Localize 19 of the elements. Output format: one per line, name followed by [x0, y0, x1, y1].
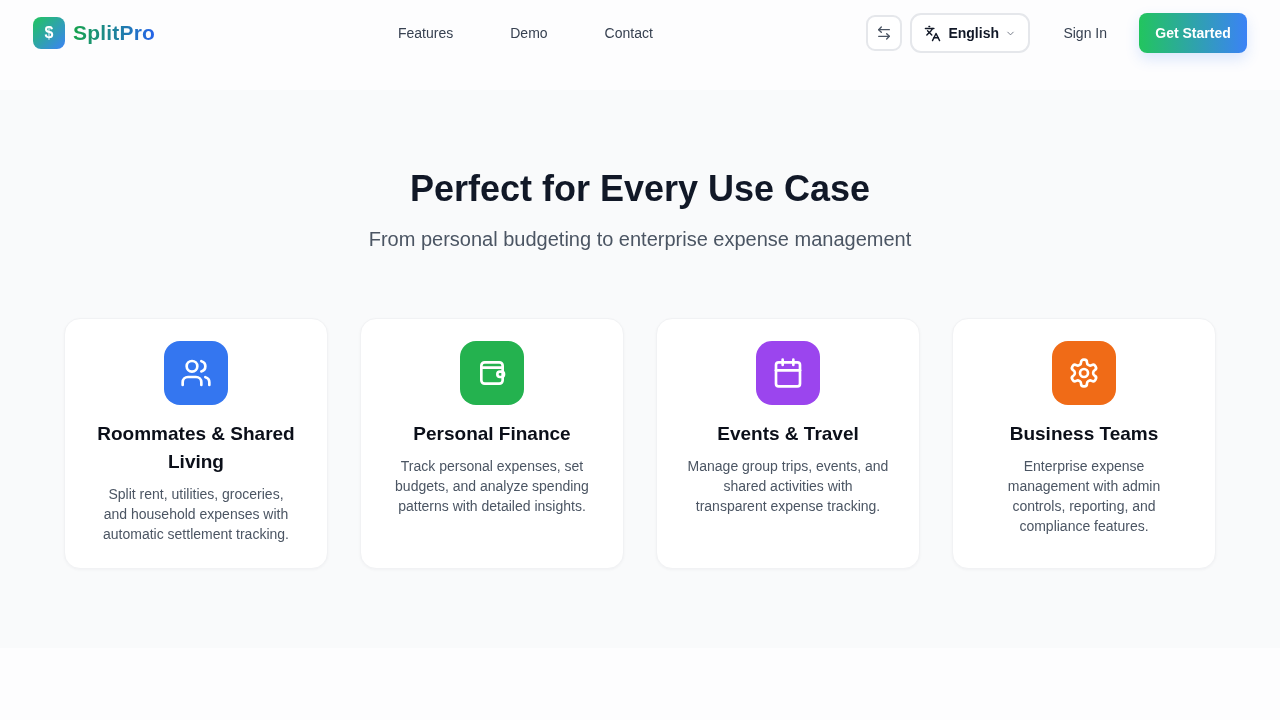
section-subtitle: From personal budgeting to enterprise expense management [368, 227, 912, 252]
section-title: Perfect for Every Use Case [409, 167, 871, 211]
card-description: Manage group trips, events, and shared activities with transparent expense tracking. [687, 457, 889, 516]
swap-arrows-icon [876, 25, 893, 41]
card-description: Track personal expenses, set budgets, and analyze spending patterns with detailed insights. [394, 457, 590, 516]
card-title: Business Teams [1009, 422, 1159, 446]
language-select[interactable]: English [910, 13, 1031, 53]
sign-in-link[interactable]: Sign In [1047, 17, 1123, 49]
translate-icon [924, 24, 942, 42]
logo-mark-icon: $ [33, 17, 65, 49]
card-title: Events & Travel [717, 422, 859, 446]
card-description: Split rent, utilities, groceries, and household expenses with automatic settlement tracking. [102, 485, 290, 544]
card-title: Personal Finance [413, 422, 571, 446]
card-title: Roommates & Shared Living [96, 422, 296, 474]
nav-link[interactable]: Features [398, 25, 454, 41]
card-description: Enterprise expense management with admin controls, reporting, and compliance features. [1006, 457, 1162, 536]
swap-button[interactable] [866, 15, 903, 51]
nav-link[interactable]: Demo [510, 25, 548, 41]
nav-link[interactable]: Contact [604, 25, 653, 41]
